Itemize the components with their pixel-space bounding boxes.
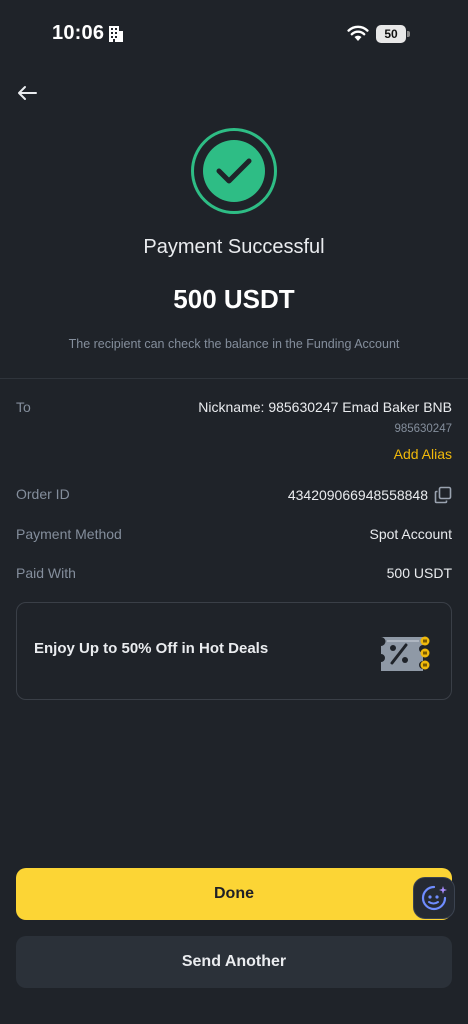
battery-icon: 50 bbox=[376, 25, 410, 43]
recipient-nickname: Nickname: 985630247 Emad Baker BNB bbox=[198, 399, 452, 415]
back-button[interactable] bbox=[14, 80, 40, 106]
payment-amount: 500 USDT bbox=[173, 284, 295, 314]
status-time: 10:06 bbox=[52, 22, 105, 44]
to-label: To bbox=[16, 399, 31, 415]
send-another-button[interactable]: Send Another bbox=[16, 936, 452, 988]
status-bar: 10:06 50 bbox=[0, 0, 468, 70]
wifi-icon bbox=[347, 25, 369, 41]
payment-success-screen: 10:06 50 Payment Successful 500 USDT The… bbox=[0, 0, 468, 1024]
balance-note: The recipient can check the balance in t… bbox=[68, 337, 400, 351]
order-id-value: 434209066948558848 bbox=[287, 487, 428, 503]
paid-with-label: Paid With bbox=[16, 565, 76, 581]
promo-text: Enjoy Up to 50% Off in Hot Deals bbox=[34, 640, 269, 657]
battery-tip bbox=[407, 31, 410, 37]
check-circle-icon bbox=[191, 128, 277, 214]
payment-method-value: Spot Account bbox=[369, 526, 452, 542]
done-button[interactable]: Done bbox=[16, 868, 452, 920]
paid-with-value: 500 USDT bbox=[386, 565, 452, 581]
hot-deals-card[interactable]: Enjoy Up to 50% Off in Hot Deals bbox=[16, 602, 452, 700]
add-alias-link[interactable]: Add Alias bbox=[394, 446, 452, 462]
discount-ticket-icon bbox=[381, 636, 430, 671]
copy-icon[interactable] bbox=[434, 486, 452, 504]
order-id-label: Order ID bbox=[16, 486, 70, 502]
checkmark-icon bbox=[216, 158, 252, 184]
arrow-left-icon bbox=[18, 86, 37, 100]
order-id-row: 434209066948558848 bbox=[288, 486, 452, 504]
payment-method-label: Payment Method bbox=[16, 526, 122, 542]
ai-assistant-icon bbox=[421, 885, 447, 911]
building-icon bbox=[109, 26, 123, 42]
recipient-uid: 985630247 bbox=[394, 423, 452, 435]
divider bbox=[0, 378, 468, 379]
ai-assistant-button[interactable] bbox=[413, 877, 455, 919]
battery-level: 50 bbox=[376, 25, 406, 43]
success-circle bbox=[203, 140, 265, 202]
page-title: Payment Successful bbox=[143, 236, 325, 258]
